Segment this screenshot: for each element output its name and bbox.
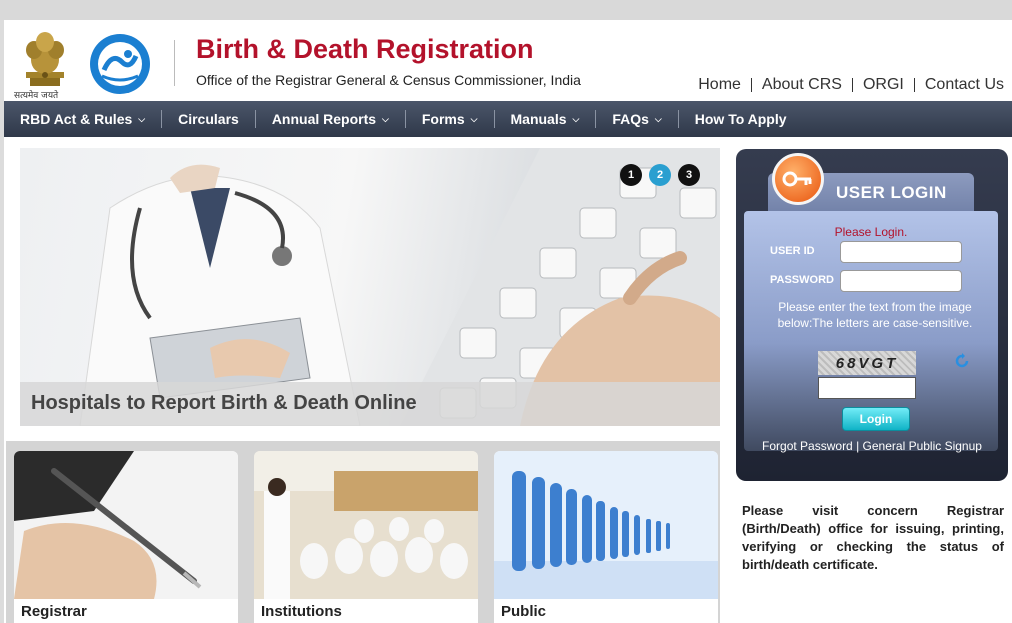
- emblem-caption: सत्यमेव जयते: [14, 91, 59, 101]
- tile-label: Public: [501, 603, 547, 620]
- login-message: Please Login.: [834, 225, 908, 239]
- main-nav: RBD Act & Rules ⌵ Circulars Annual Report…: [4, 101, 1012, 137]
- hero-slider[interactable]: 1 2 3 Hospitals to Report Birth & Death …: [20, 148, 720, 426]
- public-signup-link[interactable]: General Public Signup: [863, 439, 982, 453]
- captcha-input[interactable]: [818, 377, 916, 399]
- chevron-down-icon: ⌵: [470, 113, 478, 124]
- nav-forms[interactable]: Forms ⌵: [406, 101, 494, 137]
- nav-rbd-act-rules[interactable]: RBD Act & Rules ⌵: [4, 101, 161, 137]
- link-divider: [851, 78, 853, 92]
- nav-how-to-apply[interactable]: How To Apply: [679, 101, 803, 137]
- nav-label: Annual Reports: [271, 111, 377, 127]
- nav-label: Forms: [421, 111, 465, 127]
- link-separator: |: [856, 439, 860, 453]
- login-links: Forgot Password | General Public Signup: [736, 439, 1008, 453]
- category-tiles: Registrar Institutions Public: [6, 441, 720, 623]
- nav-label: RBD Act & Rules: [20, 111, 133, 127]
- user-id-label: USER ID: [770, 245, 815, 257]
- tile-label: Registrar: [21, 603, 87, 620]
- chevron-down-icon: ⌵: [138, 113, 146, 124]
- tile-public[interactable]: Public: [494, 451, 718, 623]
- top-band: [0, 0, 1012, 20]
- header-divider: [174, 40, 175, 86]
- site-subtitle: Office of the Registrar General & Census…: [196, 72, 581, 88]
- slider-dot-2[interactable]: 2: [649, 164, 671, 186]
- link-about-crs[interactable]: About CRS: [762, 76, 842, 94]
- tile-registrar[interactable]: Registrar: [14, 451, 238, 623]
- link-divider: [913, 78, 915, 92]
- crs-logo-icon: [90, 34, 150, 94]
- link-contact-us[interactable]: Contact Us: [925, 76, 1004, 94]
- nav-label: FAQs: [612, 111, 649, 127]
- page: सत्यमेव जयते Birth & Death Registration …: [4, 20, 1012, 623]
- site-title: Birth & Death Registration: [196, 34, 534, 64]
- top-links: Home About CRS ORGI Contact Us: [698, 76, 1004, 94]
- login-button[interactable]: Login: [842, 407, 910, 431]
- nav-label: Manuals: [510, 111, 567, 127]
- captcha-image: 68VGT: [818, 351, 916, 375]
- tile-institutions[interactable]: Institutions: [254, 451, 478, 623]
- captcha-instructions: Please enter the text from the image bel…: [777, 300, 973, 330]
- user-id-input[interactable]: [840, 241, 962, 263]
- institutions-image: [254, 451, 478, 599]
- nav-annual-reports[interactable]: Annual Reports ⌵: [256, 101, 405, 137]
- link-divider: [750, 78, 752, 92]
- public-image: [494, 451, 718, 599]
- nav-label: How To Apply: [694, 111, 787, 127]
- link-orgi[interactable]: ORGI: [863, 76, 904, 94]
- notice-text: Please visit concern Registrar (Birth/De…: [742, 503, 1004, 572]
- chevron-down-icon: ⌵: [654, 113, 662, 124]
- slide-caption: Hospitals to Report Birth & Death Online: [31, 392, 417, 414]
- nav-label: Circulars: [178, 111, 239, 127]
- slide-caption-bar: Hospitals to Report Birth & Death Online: [20, 382, 720, 426]
- slider-dots: 1 2 3: [620, 164, 707, 186]
- chevron-down-icon: ⌵: [572, 113, 580, 124]
- nav-faqs[interactable]: FAQs ⌵: [596, 101, 677, 137]
- registrar-image: [14, 451, 238, 599]
- forgot-password-link[interactable]: Forgot Password: [762, 439, 853, 453]
- nav-manuals[interactable]: Manuals ⌵: [495, 101, 596, 137]
- nav-circulars[interactable]: Circulars: [162, 101, 255, 137]
- login-panel: Please Login. USER ID PASSWORD Please en…: [744, 211, 998, 451]
- login-title: USER LOGIN: [836, 183, 947, 202]
- password-input[interactable]: [840, 270, 962, 292]
- tile-label: Institutions: [261, 603, 342, 620]
- refresh-icon[interactable]: [954, 353, 970, 369]
- chevron-down-icon: ⌵: [382, 113, 389, 124]
- login-box: Please Login. USER ID PASSWORD Please en…: [736, 149, 1008, 481]
- password-label: PASSWORD: [770, 274, 834, 286]
- key-icon: [772, 153, 824, 205]
- link-home[interactable]: Home: [698, 76, 741, 94]
- slider-dot-3[interactable]: 3: [678, 164, 700, 186]
- slider-dot-1[interactable]: 1: [620, 164, 642, 186]
